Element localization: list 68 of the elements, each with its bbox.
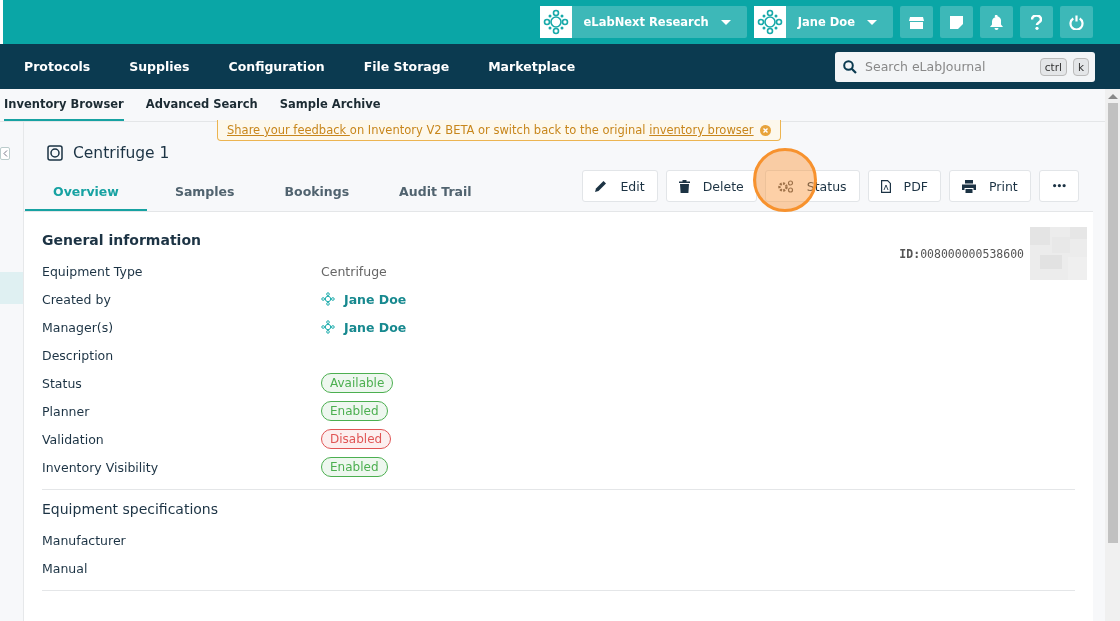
more-button[interactable]: •••	[1038, 170, 1079, 202]
feedback-message: Share your feedback on Inventory V2 BETA or switch back to the original inventory browser	[227, 123, 754, 137]
field-label: Inventory Visibility	[42, 459, 160, 475]
scrollbar[interactable]	[1105, 89, 1120, 621]
delete-button[interactable]: Delete	[665, 170, 757, 202]
status-badge: Disabled	[321, 429, 392, 449]
keyboard-key: k	[1072, 57, 1089, 76]
tab[interactable]: Bookings	[262, 184, 372, 211]
pdf-button[interactable]: PDF	[867, 170, 941, 202]
field-label: Description	[42, 347, 115, 363]
section-title: Equipment specifications	[42, 500, 219, 519]
help-button[interactable]	[1020, 6, 1053, 38]
field-label: Manufacturer	[42, 532, 127, 548]
nav-link[interactable]: Protocols	[24, 59, 91, 74]
power-icon	[1069, 14, 1084, 30]
logout-button[interactable]	[1060, 6, 1093, 38]
search-bar[interactable]: Search eLabJournal ctrl k	[835, 51, 1095, 82]
close-icon[interactable]	[759, 124, 771, 136]
print-button[interactable]: Print	[948, 170, 1031, 202]
chevron-left-icon	[2, 150, 8, 157]
field-value: Centrifuge	[321, 263, 387, 279]
edit-button[interactable]: Edit	[582, 170, 658, 202]
field-label: Created by	[42, 291, 112, 307]
field-label: Manual	[42, 560, 89, 576]
network-logo-icon	[321, 320, 335, 334]
pdf-file-icon	[880, 179, 891, 193]
subnav-tab[interactable]: Advanced Search	[145, 97, 258, 121]
status-badge: Available	[321, 373, 394, 393]
field-label: Equipment Type	[42, 263, 144, 279]
gears-icon	[777, 179, 794, 193]
notifications-button[interactable]	[980, 6, 1013, 38]
keyboard-key: ctrl	[1039, 57, 1067, 76]
network-logo-icon	[756, 9, 783, 35]
item-id: ID:008000000538600	[899, 247, 1024, 261]
user-link[interactable]: Jane Doe	[344, 291, 407, 307]
note-icon	[950, 15, 963, 29]
bell-icon	[990, 14, 1003, 30]
caret-icon	[867, 19, 877, 25]
printer-icon	[961, 179, 976, 193]
nav-link[interactable]: Supplies	[129, 59, 190, 74]
store-icon	[909, 15, 924, 29]
item-title: Centrifuge 1	[73, 144, 170, 162]
trash-icon	[678, 179, 690, 193]
note-button[interactable]	[940, 6, 973, 38]
field-label: Validation	[42, 431, 105, 447]
field-label: Planner	[42, 403, 91, 419]
subnav-tab[interactable]: Sample Archive	[279, 97, 381, 121]
network-logo-icon	[321, 292, 335, 306]
equipment-icon	[47, 145, 63, 161]
field-label: Manager(s)	[42, 319, 115, 335]
section-title: General information	[42, 231, 201, 250]
user-link[interactable]: Jane Doe	[344, 319, 407, 335]
store-button[interactable]	[900, 6, 933, 38]
nav-link[interactable]: Marketplace	[488, 59, 576, 74]
caret-icon	[720, 19, 731, 25]
pencil-icon	[595, 180, 608, 192]
help-icon	[1031, 14, 1042, 30]
search-field[interactable]: Search eLabJournal	[863, 58, 1034, 75]
nav-link[interactable]: Configuration	[228, 59, 325, 74]
status-badge: Enabled	[321, 401, 388, 421]
network-logo-icon	[542, 9, 569, 35]
collapse-button[interactable]	[0, 147, 10, 160]
tab[interactable]: Audit Trail	[377, 184, 494, 211]
field-label: Status	[42, 375, 83, 391]
tab[interactable]: Samples	[152, 184, 257, 211]
nav-link[interactable]: File Storage	[363, 59, 450, 74]
status-badge: Enabled	[321, 457, 388, 477]
search-icon	[843, 59, 857, 74]
